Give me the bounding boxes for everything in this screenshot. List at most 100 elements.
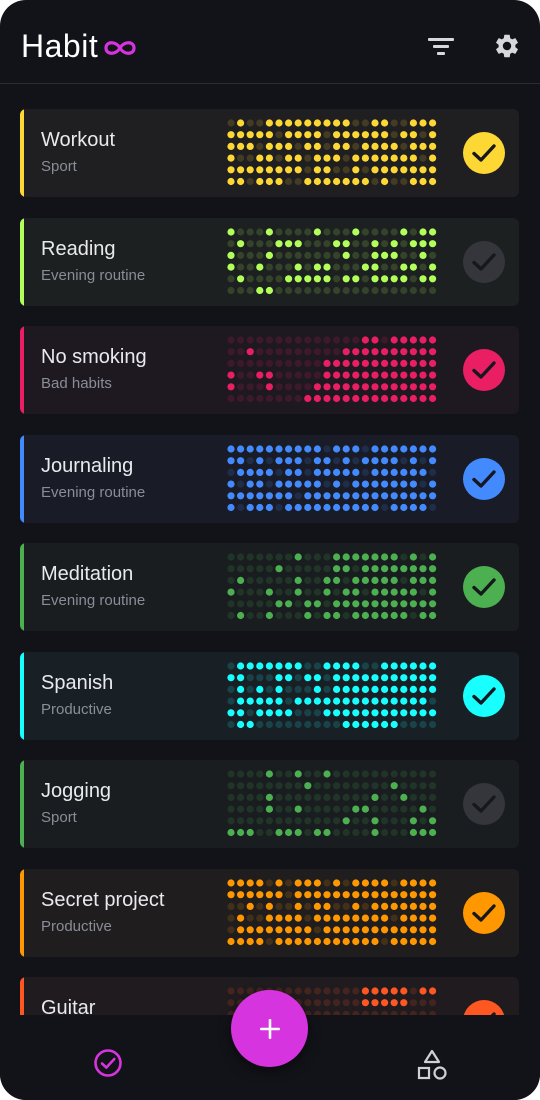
shapes-icon[interactable] [415, 1048, 449, 1082]
habit-check-button[interactable] [463, 891, 505, 934]
day-done-dot [313, 937, 321, 945]
day-done-dot [419, 371, 427, 379]
day-done-dot [371, 491, 379, 499]
habit-check-button[interactable] [463, 349, 505, 391]
day-missed-dot [304, 817, 312, 825]
day-missed-dot [313, 817, 321, 825]
day-missed-dot [275, 817, 283, 825]
habit-check-button[interactable] [463, 132, 505, 174]
day-missed-dot [333, 770, 341, 778]
day-missed-dot [256, 142, 264, 150]
day-missed-dot [304, 588, 312, 596]
day-done-dot [237, 468, 245, 476]
day-missed-dot [294, 987, 302, 995]
day-missed-dot [313, 708, 321, 716]
day-done-dot [390, 782, 398, 790]
day-missed-dot [419, 817, 427, 825]
day-done-dot [429, 817, 437, 825]
habit-list[interactable]: Workout Sport Reading Evening routine No smo… [0, 85, 540, 1015]
day-missed-dot [304, 154, 312, 162]
day-missed-dot [390, 914, 398, 922]
day-done-dot [342, 503, 350, 511]
day-done-dot [265, 286, 273, 294]
day-missed-dot [352, 239, 360, 247]
habit-card[interactable]: Spanish Productive [20, 651, 519, 740]
day-done-dot [371, 119, 379, 127]
habit-card[interactable]: Secret project Productive [20, 868, 519, 957]
day-done-dot [342, 131, 350, 139]
day-done-dot [400, 937, 408, 945]
day-done-dot [361, 359, 369, 367]
day-missed-dot [390, 770, 398, 778]
habit-check-button[interactable] [463, 674, 505, 717]
day-done-dot [333, 878, 341, 887]
day-done-dot [265, 697, 273, 705]
day-missed-dot [323, 720, 331, 728]
day-done-dot [285, 491, 293, 499]
day-missed-dot [313, 793, 321, 801]
day-done-dot [333, 937, 341, 945]
check-circle-icon[interactable] [92, 1047, 124, 1079]
habit-card[interactable]: Meditation Evening routine [20, 543, 519, 631]
day-done-dot [381, 456, 389, 464]
day-done-dot [313, 673, 321, 681]
day-done-dot [304, 782, 312, 790]
day-done-dot [419, 468, 427, 476]
day-done-dot [323, 154, 331, 162]
day-done-dot [256, 456, 264, 464]
day-done-dot [409, 673, 417, 681]
day-done-dot [371, 817, 379, 825]
day-done-dot [429, 154, 437, 162]
day-done-dot [333, 394, 341, 403]
day-missed-dot [227, 685, 235, 693]
day-missed-dot [381, 828, 389, 837]
day-done-dot [361, 348, 369, 356]
day-missed-dot [304, 565, 312, 573]
day-done-dot [323, 371, 331, 379]
day-done-dot [429, 274, 437, 282]
day-done-dot [429, 359, 437, 367]
day-done-dot [352, 708, 360, 716]
day-done-dot [285, 239, 293, 247]
day-missed-dot [390, 131, 398, 139]
day-done-dot [323, 914, 331, 922]
habit-card[interactable]: No smoking Bad habits [20, 326, 519, 414]
day-done-dot [371, 468, 379, 476]
day-done-dot [381, 131, 389, 139]
day-done-dot [323, 468, 331, 476]
habit-check-button[interactable] [463, 457, 505, 500]
day-missed-dot [400, 553, 408, 561]
habit-check-button[interactable] [463, 1000, 505, 1015]
day-missed-dot [265, 720, 273, 728]
add-habit-button[interactable] [231, 990, 308, 1067]
day-done-dot [361, 263, 369, 271]
settings-button[interactable] [487, 26, 527, 66]
habit-check-button[interactable] [463, 566, 505, 608]
day-missed-dot [227, 914, 235, 922]
day-done-dot [227, 588, 235, 596]
habit-check-button[interactable] [463, 240, 505, 283]
day-done-dot [409, 890, 417, 898]
day-missed-dot [361, 274, 369, 282]
day-done-dot [313, 274, 321, 282]
day-missed-dot [237, 600, 245, 608]
day-done-dot [352, 925, 360, 933]
day-missed-dot [304, 383, 312, 391]
day-missed-dot [361, 782, 369, 790]
day-done-dot [237, 177, 245, 186]
day-done-dot [361, 925, 369, 933]
habit-card[interactable]: Reading Evening routine [20, 217, 519, 306]
day-done-dot [313, 468, 321, 476]
filter-button[interactable] [421, 26, 461, 66]
habit-card[interactable]: Workout Sport [20, 109, 519, 197]
checkmark-icon [472, 795, 496, 813]
habit-card[interactable]: Jogging Sport [20, 760, 519, 848]
day-missed-dot [409, 805, 417, 813]
day-done-dot [352, 394, 360, 403]
day-missed-dot [313, 987, 321, 995]
day-missed-dot [256, 611, 264, 620]
day-done-dot [323, 925, 331, 933]
habit-card[interactable]: Journaling Evening routine [20, 434, 519, 523]
habit-check-button[interactable] [463, 783, 505, 825]
day-done-dot [294, 576, 302, 584]
